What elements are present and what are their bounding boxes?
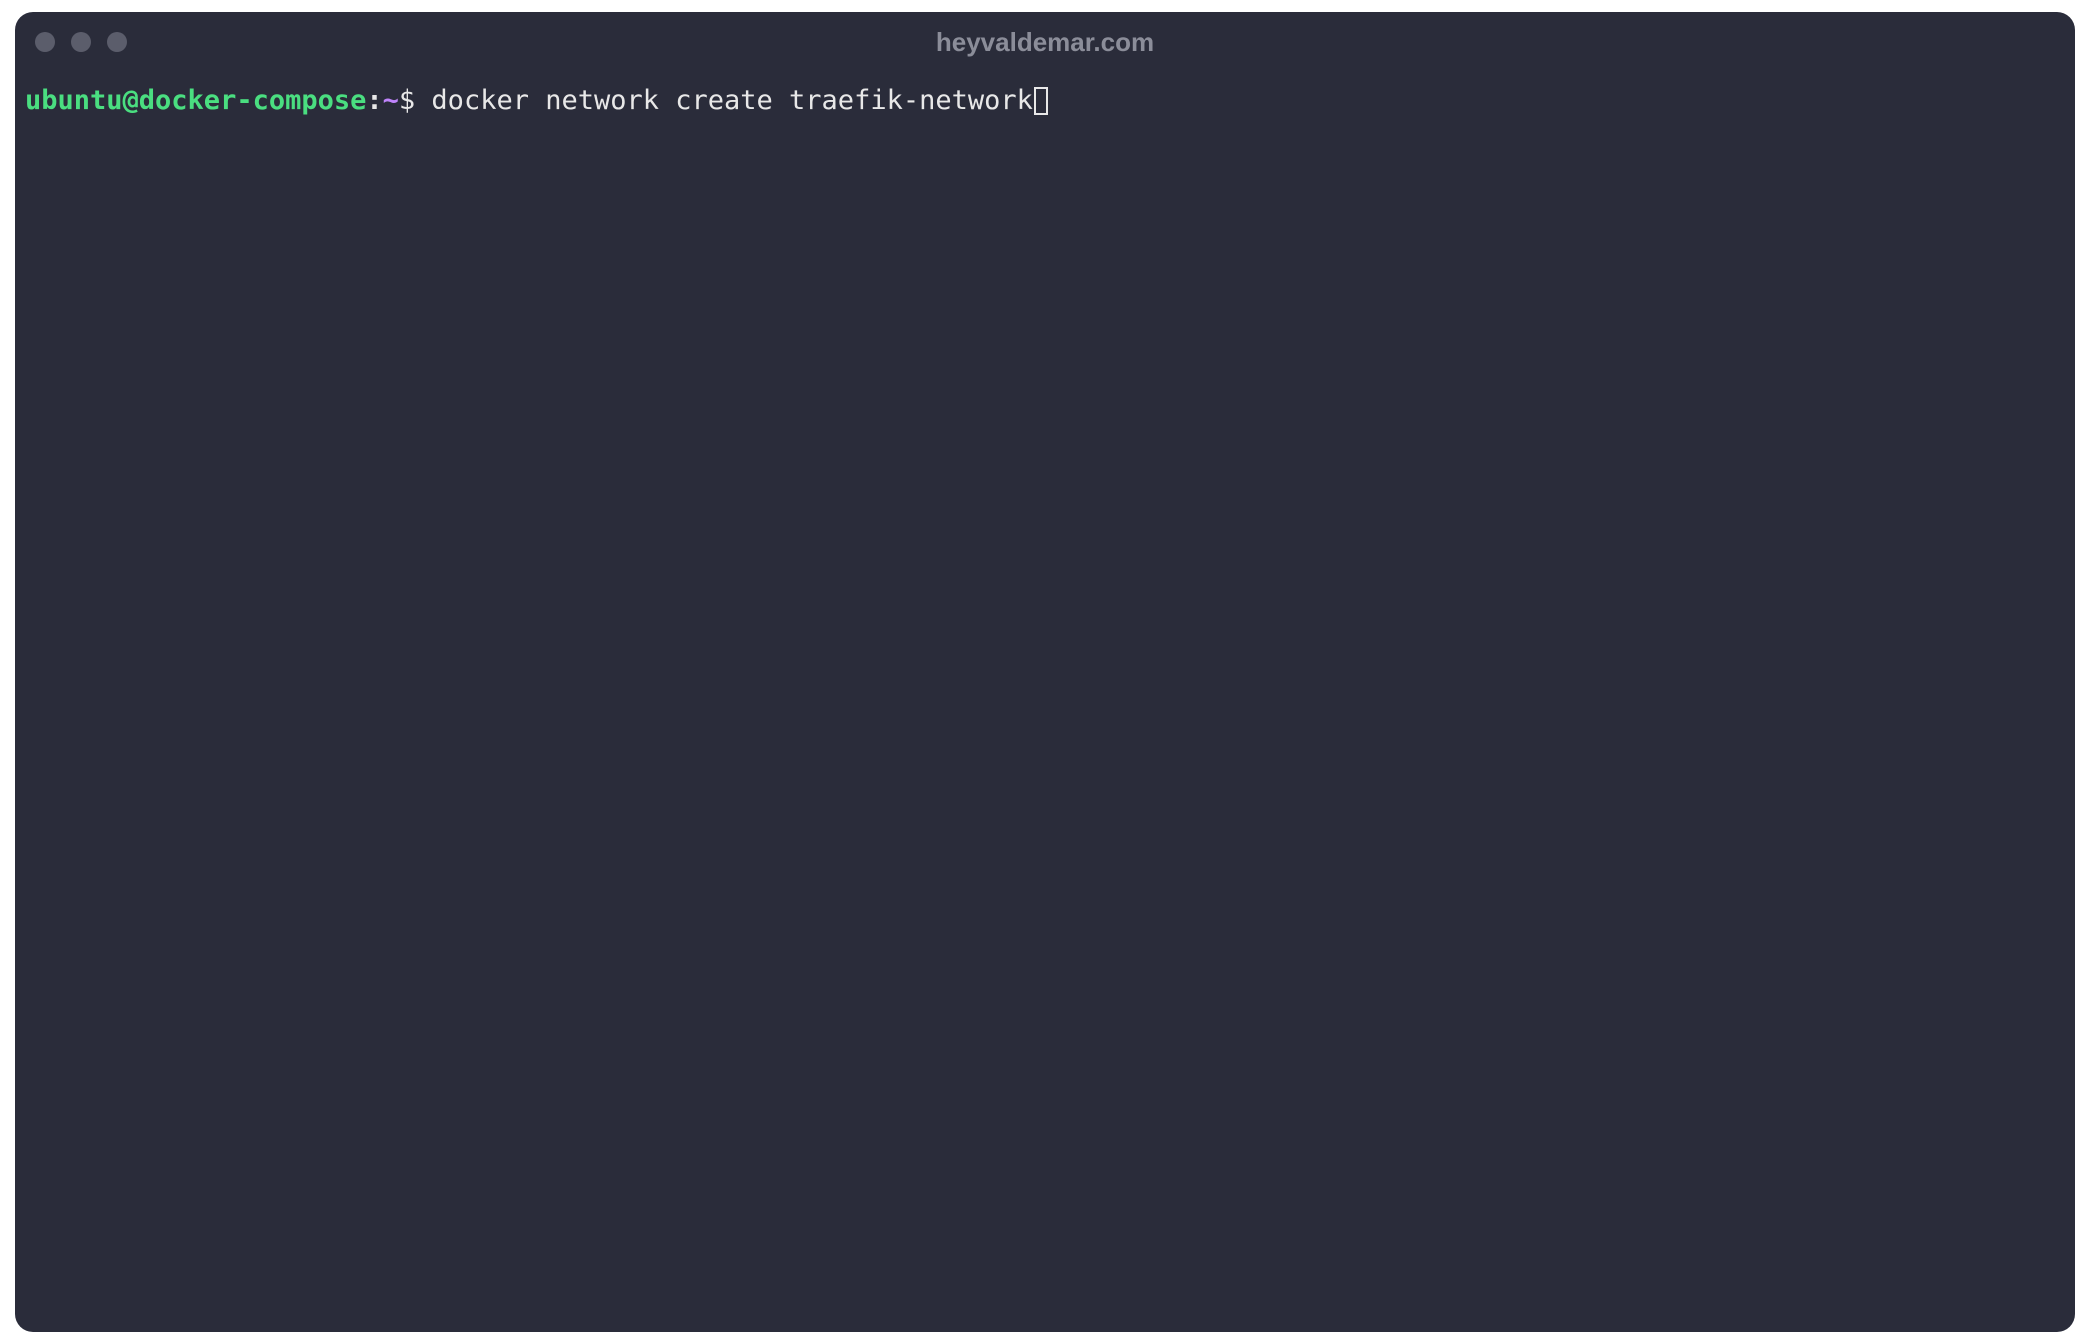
prompt-user-host: ubuntu@docker-compose <box>25 82 366 120</box>
close-button[interactable] <box>35 32 55 52</box>
terminal-body[interactable]: ubuntu@docker-compose:~$ docker network … <box>15 72 2075 1332</box>
prompt-colon: : <box>366 82 382 120</box>
minimize-button[interactable] <box>71 32 91 52</box>
title-bar: heyvaldemar.com <box>15 12 2075 72</box>
terminal-window: heyvaldemar.com ubuntu@docker-compose:~$… <box>15 12 2075 1332</box>
prompt-path: ~ <box>383 82 399 120</box>
traffic-lights <box>35 32 127 52</box>
window-title: heyvaldemar.com <box>936 27 1154 58</box>
maximize-button[interactable] <box>107 32 127 52</box>
prompt-dollar: $ <box>399 82 415 120</box>
cursor-icon <box>1034 87 1048 115</box>
command-text: docker network create traefik-network <box>415 82 1033 120</box>
terminal-line: ubuntu@docker-compose:~$ docker network … <box>25 82 2065 120</box>
